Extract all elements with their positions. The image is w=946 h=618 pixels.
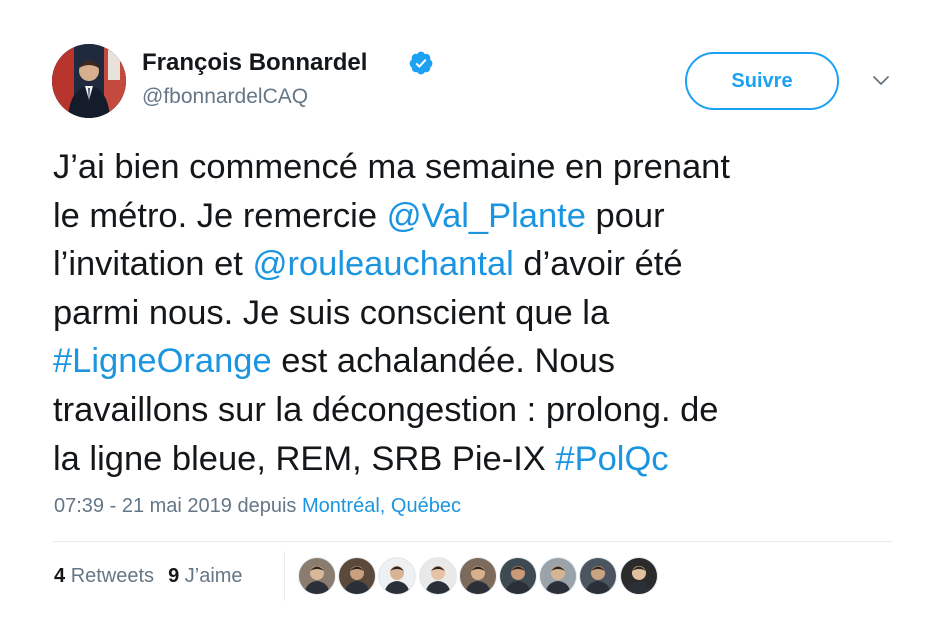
tweet-text: J’ai bien commencé ma semaine en prenant…	[53, 143, 913, 483]
hashtag-link[interactable]: #PolQc	[555, 440, 668, 478]
tweet-metadata: 07:39 - 21 mai 2019 depuis Montréal, Qué…	[54, 495, 461, 518]
retweets-stat[interactable]: 4 Retweets	[54, 565, 154, 587]
follow-button[interactable]: Suivre	[685, 52, 839, 110]
tweet-text-segment: parmi nous. Je suis conscient que la	[53, 293, 610, 332]
liker-avatar-8[interactable]	[579, 557, 618, 595]
liker-avatar-5[interactable]	[458, 557, 497, 595]
verified-badge-icon	[409, 51, 433, 75]
likes-stat[interactable]: 9 J’aime	[168, 565, 242, 587]
liker-avatar-3[interactable]	[378, 557, 417, 595]
tweet-text-line: parmi nous. Je suis conscient que la	[53, 289, 913, 338]
tweet-text-line: la ligne bleue, REM, SRB Pie-IX #PolQc	[53, 435, 913, 484]
tweet-text-segment: la ligne bleue, REM, SRB Pie-IX	[53, 439, 556, 478]
likes-count: 9	[168, 565, 180, 587]
avatar-icon	[620, 558, 657, 594]
avatar-icon	[419, 558, 456, 594]
avatar-icon	[299, 558, 335, 594]
tweet-text-line: #LigneOrange est achalandée. Nous	[53, 337, 913, 386]
tweet-text-segment: d’avoir été	[513, 245, 683, 284]
mention-link[interactable]: @rouleauchantal	[252, 245, 513, 283]
tweet-text-segment: J’ai bien commencé ma semaine en prenant	[53, 148, 730, 186]
mention-link[interactable]: @Val_Plante	[387, 197, 586, 235]
liker-avatar-7[interactable]	[539, 557, 578, 595]
tweet-card: François Bonnardel @fbonnardelCAQ Suivre…	[0, 0, 946, 618]
likes-label: J’aime	[184, 565, 243, 587]
hashtag-link[interactable]: #LigneOrange	[53, 342, 272, 380]
tweet-text-segment: pour	[585, 196, 665, 235]
liker-avatar-1[interactable]	[298, 557, 336, 595]
author-handle[interactable]: @fbonnardelCAQ	[142, 85, 308, 109]
retweets-count: 4	[54, 565, 66, 587]
tweet-text-line: J’ai bien commencé ma semaine en prenant	[53, 143, 913, 192]
tweet-timestamp[interactable]: 07:39 - 21 mai 2019	[54, 495, 232, 517]
avatar-icon	[339, 558, 376, 594]
retweets-label: Retweets	[70, 565, 155, 587]
tweet-text-segment: l’invitation et	[53, 245, 253, 284]
divider	[53, 541, 893, 542]
stats-separator	[284, 551, 285, 601]
via-text: depuis	[231, 495, 302, 517]
liker-avatar-6[interactable]	[499, 557, 537, 595]
avatar-icon	[580, 558, 617, 594]
avatar-icon	[459, 558, 496, 594]
avatar-icon	[379, 558, 416, 594]
tweet-stats: 4 Retweets 9 J’aime	[54, 565, 257, 588]
more-options-button[interactable]	[868, 70, 894, 92]
author-avatar[interactable]	[52, 44, 126, 118]
liker-avatar-4[interactable]	[418, 557, 457, 595]
tweet-text-line: travaillons sur la décongestion : prolon…	[53, 386, 913, 435]
tweet-text-segment: le métro. Je remercie	[53, 196, 387, 235]
avatar-icon	[500, 558, 536, 594]
tweet-text-segment: travaillons sur la décongestion : prolon…	[53, 390, 719, 429]
tweet-location-link[interactable]: Montréal, Québec	[302, 495, 461, 517]
tweet-text-line: le métro. Je remercie @Val_Plante pour	[53, 192, 913, 241]
profile-photo-icon	[52, 44, 126, 118]
liker-avatar-2[interactable]	[338, 557, 377, 595]
tweet-text-line: l’invitation et @rouleauchantal d’avoir …	[53, 240, 913, 289]
tweet-text-segment: est achalandée. Nous	[271, 342, 616, 381]
avatar-icon	[540, 558, 577, 594]
author-name[interactable]: François Bonnardel	[142, 49, 367, 77]
chevron-down-icon	[873, 76, 889, 85]
liker-avatar-9[interactable]	[619, 557, 658, 595]
